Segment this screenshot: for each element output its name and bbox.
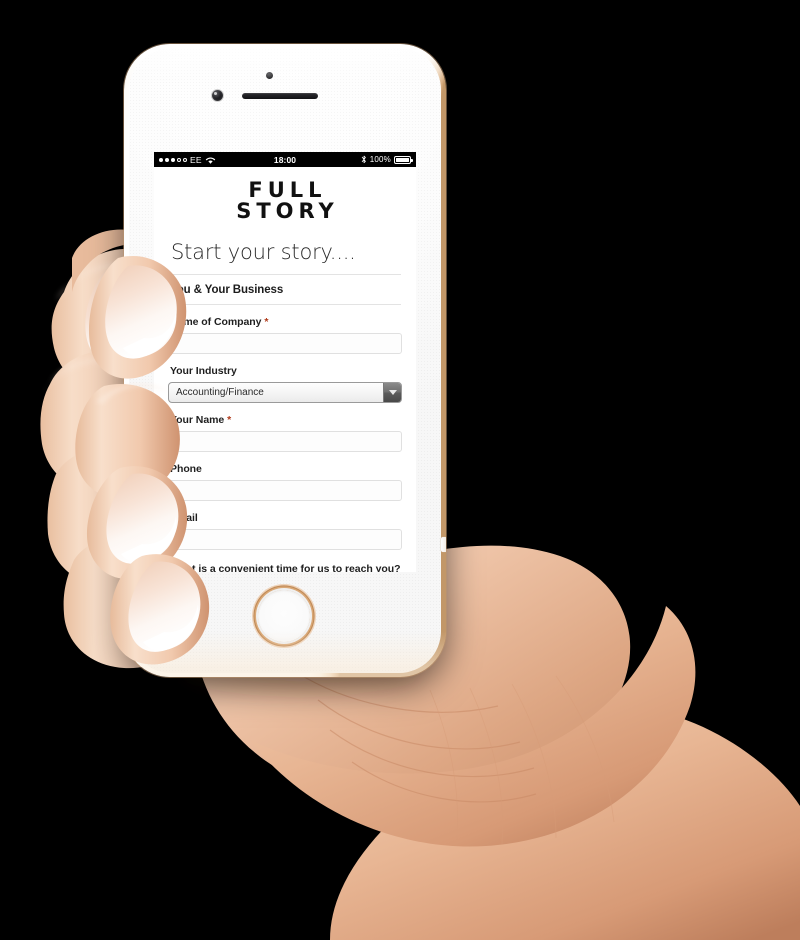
battery-icon [394, 155, 413, 164]
earpiece-speaker [242, 93, 318, 99]
page-content: FULL STORY Start your story.... You & Yo… [154, 167, 416, 572]
field-label-name: Your Name * [170, 414, 402, 426]
required-marker: * [264, 315, 269, 328]
field-company: Name of Company * [168, 316, 402, 354]
field-label-company: Name of Company * [170, 316, 402, 328]
field-label-industry: Your Industry [170, 365, 402, 377]
email-input[interactable] [168, 528, 402, 550]
front-camera-icon [212, 90, 223, 101]
field-label-company-text: Name of Company [170, 315, 262, 328]
home-button[interactable] [258, 590, 310, 642]
field-label-email-text: Email [170, 511, 198, 524]
logo-line-1: FULL [248, 178, 327, 202]
battery-percent-label: 100% [369, 155, 391, 164]
field-label-phone-text: Phone [170, 462, 202, 475]
iphone-device: EE 18:00 100% FULL STORY Start your stor… [124, 44, 446, 677]
field-label-name-text: Your Name [170, 413, 225, 426]
field-name: Your Name * [168, 414, 402, 452]
field-label-email: Email [170, 512, 402, 524]
proximity-sensor-icon [266, 72, 273, 79]
bluetooth-icon [361, 155, 367, 164]
field-industry: Your Industry Accounting/Finance [168, 365, 402, 403]
field-label-industry-text: Your Industry [170, 364, 237, 377]
name-input[interactable] [168, 430, 402, 452]
field-email: Email [168, 512, 402, 550]
fullstory-logo: FULL STORY [168, 167, 402, 234]
industry-select[interactable]: Accounting/Finance [168, 381, 402, 403]
section-heading: You & Your Business [170, 283, 284, 296]
phone-input[interactable] [168, 479, 402, 501]
company-input[interactable] [168, 332, 402, 354]
field-phone: Phone [168, 463, 402, 501]
status-bar: EE 18:00 100% [154, 152, 416, 167]
required-marker: * [227, 413, 232, 426]
page-title: Start your story.... [171, 239, 356, 264]
scene-stage: EE 18:00 100% FULL STORY Start your stor… [0, 0, 800, 940]
field-label-phone: Phone [170, 463, 402, 475]
chevron-down-icon[interactable] [383, 382, 401, 402]
status-bar-right: 100% [361, 155, 413, 164]
industry-select-value: Accounting/Finance [176, 386, 264, 398]
antenna-band [441, 537, 446, 552]
logo-line-2: STORY [236, 199, 339, 224]
availability-question: What is a convenient time for us to reac… [170, 562, 401, 572]
section-divider-bottom [169, 303, 401, 305]
phone-screen: EE 18:00 100% FULL STORY Start your stor… [154, 152, 416, 572]
